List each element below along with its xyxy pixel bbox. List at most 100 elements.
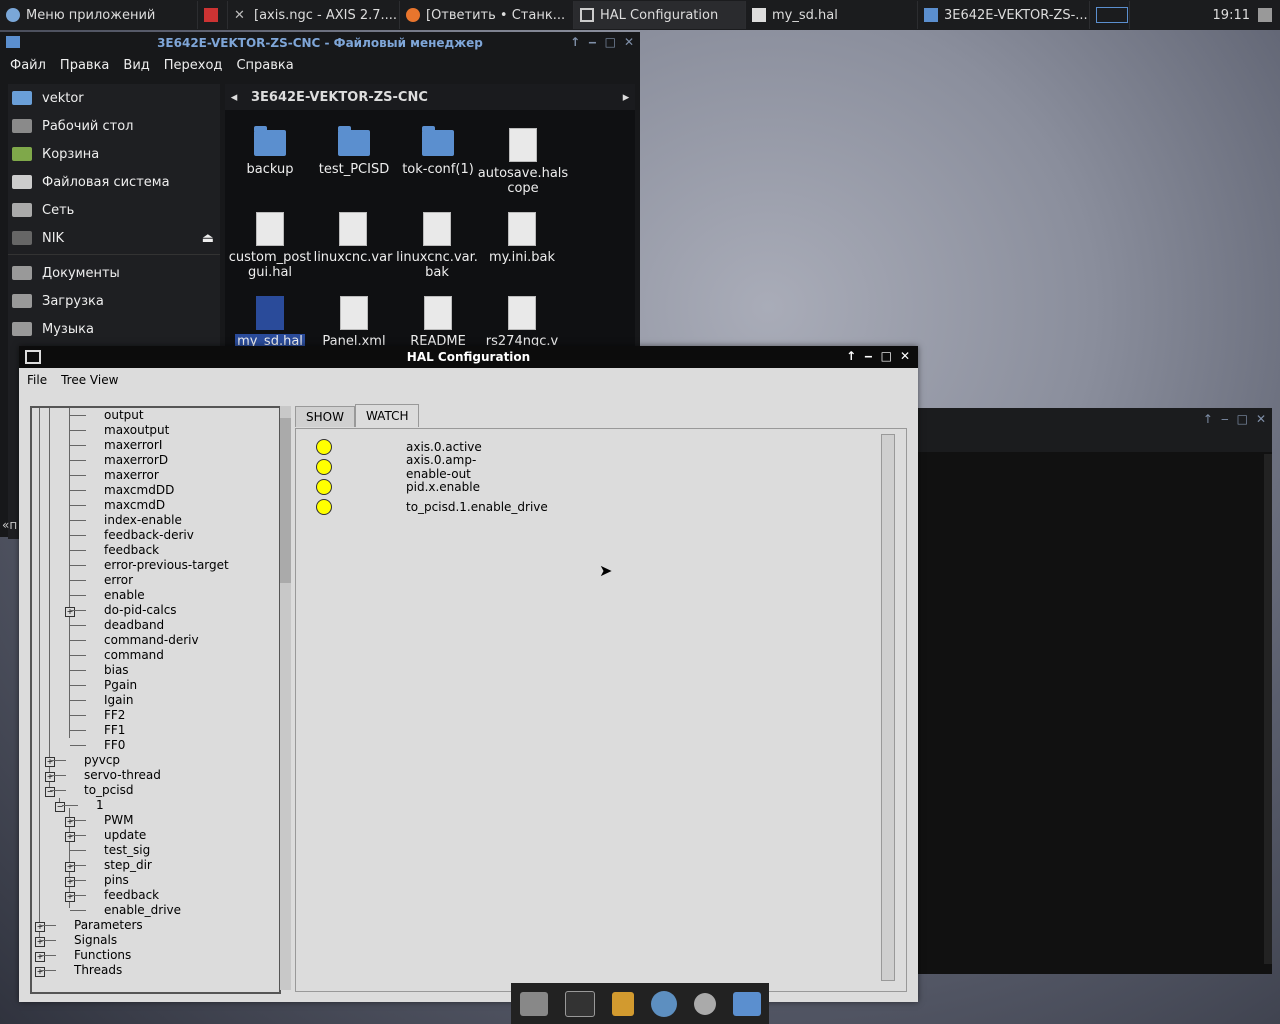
- terminal-scrollbar[interactable]: [1264, 454, 1272, 964]
- minimize-icon[interactable]: ‒: [864, 349, 872, 363]
- tree-item[interactable]: servo-thread: [84, 768, 161, 783]
- tree-item[interactable]: feedback: [104, 888, 159, 903]
- sidebar-item-downloads[interactable]: Загрузка: [8, 287, 220, 315]
- search-icon[interactable]: [693, 992, 716, 1015]
- tree-item[interactable]: FF2: [104, 708, 125, 723]
- terminal-titlebar[interactable]: ↑ ‒ □ ✕: [918, 408, 1272, 430]
- sidebar-item-filesystem[interactable]: Файловая система: [8, 168, 220, 196]
- menu-edit[interactable]: Правка: [60, 58, 109, 73]
- menu-go[interactable]: Переход: [164, 58, 223, 73]
- expand-icon[interactable]: +: [65, 862, 75, 872]
- tree-item[interactable]: do-pid-calcs: [104, 603, 177, 618]
- minimize-icon[interactable]: ‒: [1221, 412, 1229, 426]
- task-hal[interactable]: HAL Configuration: [574, 1, 746, 29]
- expand-icon[interactable]: +: [65, 892, 75, 902]
- tree-item[interactable]: output: [104, 408, 144, 423]
- menu-help[interactable]: Справка: [236, 58, 293, 73]
- launcher-icon[interactable]: [198, 1, 228, 29]
- sidebar-item-nik[interactable]: NIK ⏏: [8, 224, 220, 252]
- pin-icon[interactable]: ↑: [846, 349, 856, 363]
- tree-item[interactable]: test_sig: [104, 843, 150, 858]
- task-filemanager[interactable]: 3E642E-VEKTOR-ZS-...: [918, 1, 1090, 29]
- tree-item[interactable]: maxcmdD: [104, 498, 165, 513]
- back-arrow-icon[interactable]: ◂: [225, 90, 243, 105]
- collapse-icon[interactable]: −: [45, 787, 55, 797]
- menu-view[interactable]: Вид: [123, 58, 149, 73]
- file-item[interactable]: rs274ngc.v: [477, 296, 567, 349]
- tab-watch[interactable]: WATCH: [354, 404, 420, 427]
- hal-titlebar[interactable]: HAL Configuration ↑ ‒ □ ✕: [19, 346, 918, 368]
- folder-icon[interactable]: [732, 991, 761, 1016]
- tree-item[interactable]: command-deriv: [104, 633, 199, 648]
- terminal-window[interactable]: ↑ ‒ □ ✕: [918, 408, 1272, 974]
- tree-item[interactable]: bias: [104, 663, 129, 678]
- maximize-icon[interactable]: □: [881, 349, 892, 363]
- tree-scrollbar[interactable]: [280, 406, 291, 990]
- expand-icon[interactable]: +: [35, 937, 45, 947]
- tree-item[interactable]: update: [104, 828, 146, 843]
- tree-item[interactable]: maxerror: [104, 468, 159, 483]
- tree-item[interactable]: to_pcisd: [84, 783, 133, 798]
- path-button[interactable]: 3E642E-VEKTOR-ZS-CNC: [243, 90, 428, 105]
- tree-item[interactable]: maxerrorD: [104, 453, 168, 468]
- watch-row[interactable]: axis.0.active: [316, 437, 482, 457]
- tree-item[interactable]: Threads: [74, 963, 122, 978]
- tree-item[interactable]: maxcmdDD: [104, 483, 174, 498]
- scrollbar-thumb[interactable]: [280, 418, 291, 583]
- watch-row[interactable]: to_pcisd.1.enable_drive: [316, 497, 548, 517]
- file-item[interactable]: custom_postgui.hal: [225, 212, 315, 280]
- sidebar-item-desktop[interactable]: Рабочий стол: [8, 112, 220, 140]
- tree-item[interactable]: PWM: [104, 813, 133, 828]
- file-item[interactable]: README: [393, 296, 483, 349]
- tree-item[interactable]: Pgain: [104, 678, 137, 693]
- file-item[interactable]: tok-conf(1): [393, 126, 483, 177]
- sidebar-item-home[interactable]: vektor: [8, 84, 220, 112]
- tree-item[interactable]: pyvcp: [84, 753, 120, 768]
- maximize-icon[interactable]: □: [605, 35, 616, 49]
- expand-icon[interactable]: +: [35, 967, 45, 977]
- sidebar-item-music[interactable]: Музыка: [8, 315, 220, 343]
- tree-item[interactable]: Signals: [74, 933, 117, 948]
- tree-item[interactable]: index-enable: [104, 513, 182, 528]
- tree-item[interactable]: maxerrorI: [104, 438, 162, 453]
- tree-item[interactable]: Parameters: [74, 918, 143, 933]
- fm-titlebar[interactable]: 3E642E-VEKTOR-ZS-CNC - Файловый менеджер…: [0, 32, 640, 54]
- tree-item[interactable]: command: [104, 648, 164, 663]
- task-axis[interactable]: ✕ [axis.ngc - AXIS 2.7....: [228, 1, 400, 29]
- task-browser[interactable]: [Ответить • Станк...: [400, 1, 574, 29]
- expand-icon[interactable]: +: [65, 607, 75, 617]
- terminal-icon[interactable]: [564, 990, 595, 1017]
- notification-icon[interactable]: [1258, 8, 1272, 22]
- tree-item[interactable]: FF1: [104, 723, 125, 738]
- tree-item[interactable]: feedback-deriv: [104, 528, 194, 543]
- close-icon[interactable]: ✕: [1256, 412, 1266, 426]
- menu-file[interactable]: Файл: [10, 58, 46, 73]
- file-item[interactable]: linuxcnc.var: [309, 212, 397, 265]
- web-browser-icon[interactable]: [650, 990, 677, 1017]
- tree-item[interactable]: feedback: [104, 543, 159, 558]
- tab-show[interactable]: SHOW: [295, 406, 355, 427]
- pin-icon[interactable]: ↑: [1203, 412, 1213, 426]
- hal-tree[interactable]: output maxoutput maxerrorI maxerrorD max…: [30, 406, 281, 994]
- workspace-switcher[interactable]: [1090, 1, 1130, 29]
- sidebar-item-documents[interactable]: Документы: [8, 259, 220, 287]
- tree-item[interactable]: enable_drive: [104, 903, 181, 918]
- tree-item[interactable]: enable: [104, 588, 145, 603]
- watch-scrollbar[interactable]: [881, 434, 895, 981]
- file-item[interactable]: autosave.halscope: [477, 128, 569, 196]
- file-item[interactable]: linuxcnc.var.bak: [393, 212, 481, 280]
- file-item-selected[interactable]: my_sd.hal: [225, 296, 315, 349]
- task-editor[interactable]: my_sd.hal: [746, 1, 918, 29]
- expand-icon[interactable]: +: [45, 757, 55, 767]
- pin-icon[interactable]: ↑: [570, 35, 580, 49]
- file-item[interactable]: backup: [225, 126, 315, 177]
- expand-icon[interactable]: +: [65, 877, 75, 887]
- tree-item[interactable]: step_dir: [104, 858, 152, 873]
- menu-file[interactable]: File: [27, 373, 47, 387]
- forward-arrow-icon[interactable]: ▸: [617, 90, 635, 105]
- file-item[interactable]: Panel.xml: [309, 296, 399, 349]
- maximize-icon[interactable]: □: [1237, 412, 1248, 426]
- show-desktop-icon[interactable]: [519, 991, 548, 1016]
- tree-item[interactable]: pins: [104, 873, 129, 888]
- expand-icon[interactable]: +: [35, 952, 45, 962]
